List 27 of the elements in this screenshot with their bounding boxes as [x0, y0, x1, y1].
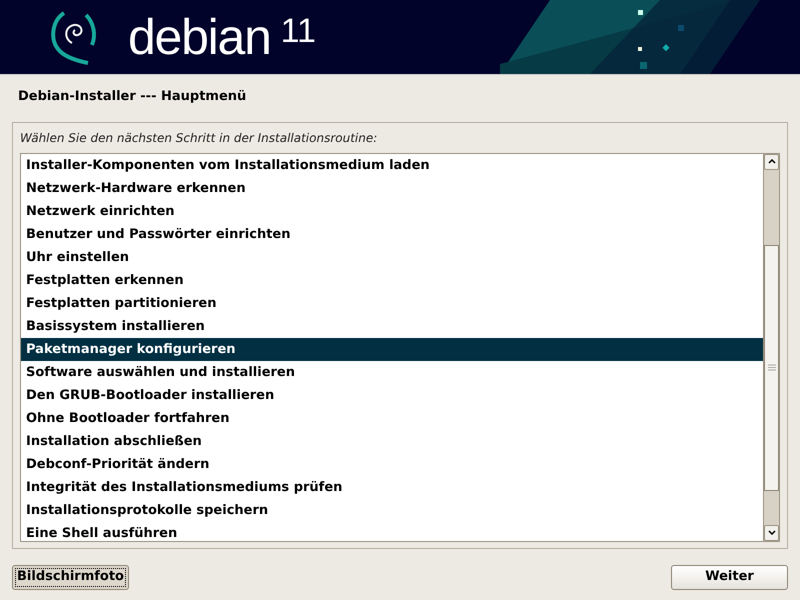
menu-item[interactable]: Basissystem installieren [21, 314, 763, 338]
menu-item[interactable]: Eine Shell ausführen [21, 522, 763, 544]
logo-text: debian [128, 12, 271, 62]
menu-item[interactable]: Installer-Komponenten vom Installationsmedium laden [21, 154, 763, 176]
menu-item[interactable]: Integrität des Installationsmediums prüfen [21, 476, 763, 498]
prompt-text: Wählen Sie den nächsten Schritt in der Installationsroutine: [20, 130, 378, 146]
scrollbar[interactable] [763, 154, 779, 540]
dialog-title: Debian-Installer --- Hauptmenü [18, 88, 248, 106]
menu-item[interactable]: Debconf-Priorität ändern [21, 452, 763, 476]
menu-item[interactable]: Festplatten partitionieren [21, 292, 763, 314]
menu-item[interactable]: Ohne Bootloader fortfahren [21, 406, 763, 430]
scroll-thumb[interactable] [764, 244, 779, 490]
menu-item[interactable]: Paketmanager konfigurieren [21, 338, 763, 360]
menu-item[interactable]: Installation abschließen [21, 430, 763, 452]
scroll-down-icon[interactable] [764, 524, 779, 540]
menu-item[interactable]: Software auswählen und installieren [21, 360, 763, 384]
menu-item[interactable]: Netzwerk einrichten [21, 200, 763, 222]
menu-item[interactable]: Festplatten erkennen [21, 268, 763, 292]
scroll-up-icon[interactable] [764, 154, 779, 170]
menu-item[interactable]: Den GRUB-Bootloader installieren [21, 384, 763, 406]
screenshot-button[interactable]: Bildschirmfoto [12, 564, 129, 590]
menu-item[interactable]: Installationsprotokolle speichern [21, 498, 763, 522]
menu-item[interactable]: Uhr einstellen [21, 246, 763, 268]
menu-item[interactable]: Netzwerk-Hardware erkennen [21, 176, 763, 200]
continue-button[interactable]: Weiter [671, 564, 788, 590]
menu-item[interactable]: Benutzer und Passwörter einrichten [21, 222, 763, 246]
version-number: 11 [280, 14, 316, 48]
